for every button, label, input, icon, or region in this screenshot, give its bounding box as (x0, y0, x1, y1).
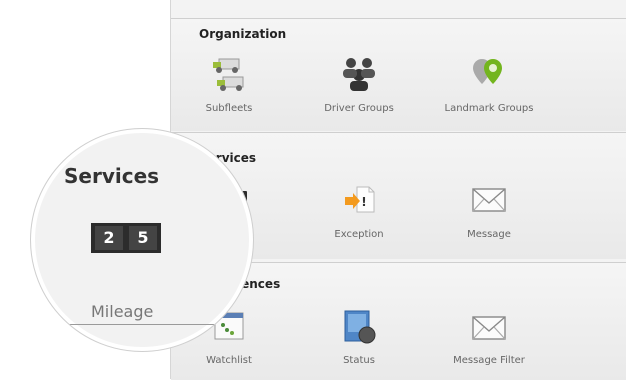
message-filter-icon (472, 316, 506, 340)
watchlist-label: Watchlist (206, 355, 252, 366)
driver-groups-label: Driver Groups (324, 103, 394, 114)
exception-icon: ! (345, 186, 375, 213)
status-tile[interactable]: Status (304, 305, 414, 366)
landmark-groups-icon (473, 59, 502, 84)
zoom-divider (31, 324, 253, 325)
organization-title: Organization (199, 27, 287, 41)
message-filter-label: Message Filter (453, 355, 525, 366)
exception-tile[interactable]: ! Exception (304, 177, 414, 240)
zoom-label: Mileage (91, 302, 154, 321)
status-label: Status (343, 355, 375, 366)
message-tile[interactable]: Message (434, 177, 544, 240)
landmark-groups-label: Landmark Groups (444, 103, 534, 114)
zoom-digit-1: 2 (103, 228, 115, 247)
subfleets-tile[interactable]: Subfleets (174, 53, 284, 114)
driver-groups-tile[interactable]: Driver Groups (304, 53, 414, 114)
exception-label: Exception (334, 229, 384, 240)
zoom-digit-2: 5 (137, 228, 149, 247)
subfleets-label: Subfleets (205, 103, 253, 114)
message-filter-tile[interactable]: Message Filter (434, 305, 544, 366)
landmark-groups-tile[interactable]: Landmark Groups (434, 53, 544, 114)
zoom-callout: Services 2 5 Mileage (30, 128, 254, 352)
driver-groups-icon (343, 58, 375, 91)
zoom-title: Services (64, 164, 160, 188)
subfleets-icon (213, 58, 244, 91)
status-icon (344, 310, 376, 344)
organization-section: Organization Subfleets Driver Groups Lan… (171, 18, 626, 131)
message-icon (472, 188, 506, 212)
message-label: Message (467, 229, 511, 240)
svg-text:!: ! (361, 195, 366, 209)
